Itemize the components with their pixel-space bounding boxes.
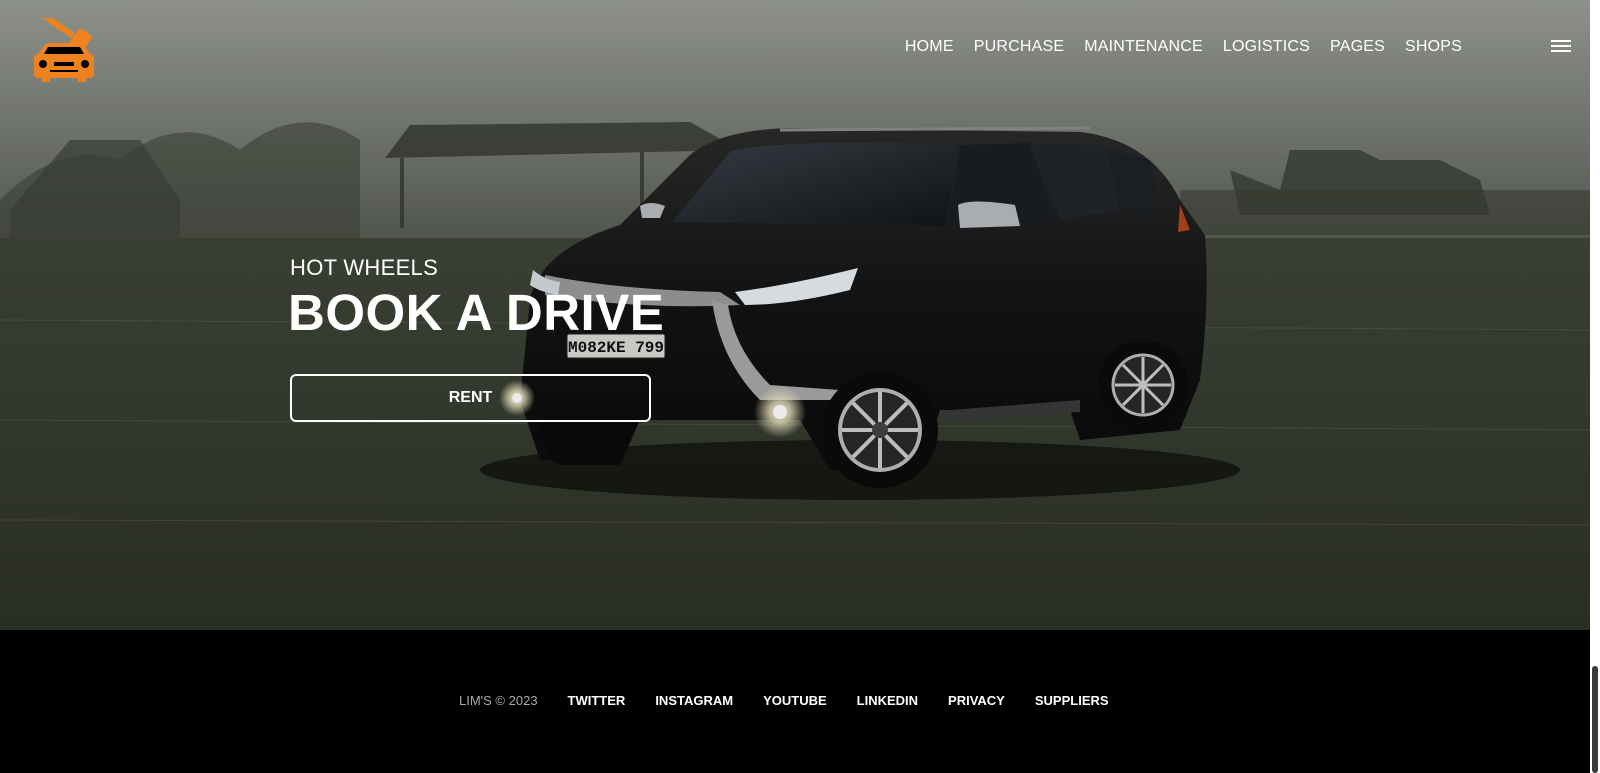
footer-link-instagram[interactable]: INSTAGRAM	[655, 693, 733, 708]
footer-link-linkedin[interactable]: LINKEDIN	[857, 693, 918, 708]
car-key-icon	[34, 14, 94, 82]
nav-item-maintenance[interactable]: MAINTENANCE	[1084, 38, 1203, 56]
page-scrollbar[interactable]	[1590, 0, 1600, 773]
footer-links: LIM'S © 2023 TWITTER INSTAGRAM YOUTUBE L…	[459, 693, 1109, 708]
footer: LIM'S © 2023 TWITTER INSTAGRAM YOUTUBE L…	[0, 630, 1600, 773]
rent-button[interactable]: RENT	[290, 374, 651, 422]
nav-item-shops[interactable]: SHOPS	[1405, 38, 1462, 56]
footer-link-suppliers[interactable]: SUPPLIERS	[1035, 693, 1109, 708]
nav-item-logistics[interactable]: LOGISTICS	[1223, 38, 1310, 56]
footer-link-twitter[interactable]: TWITTER	[568, 693, 626, 708]
brand-logo[interactable]	[30, 14, 98, 84]
scrollbar-thumb[interactable]	[1592, 666, 1598, 773]
hero-subtitle: HOT WHEELS	[290, 255, 439, 280]
nav-item-home[interactable]: HOME	[905, 38, 954, 56]
hero-title: BOOK A DRIVE	[288, 284, 665, 341]
page: M082KE 799 HOME PURCHASE MAINTENANCE LOG…	[0, 0, 1600, 773]
nav-item-purchase[interactable]: PURCHASE	[974, 38, 1065, 56]
hero-background-image: M082KE 799	[0, 0, 1600, 630]
nav-item-pages[interactable]: PAGES	[1330, 38, 1385, 56]
hero-section: M082KE 799 HOME PURCHASE MAINTENANCE LOG…	[0, 0, 1600, 630]
hamburger-icon[interactable]	[1551, 40, 1571, 55]
copyright-text: LIM'S © 2023	[459, 693, 538, 708]
footer-link-privacy[interactable]: PRIVACY	[948, 693, 1005, 708]
footer-link-youtube[interactable]: YOUTUBE	[763, 693, 827, 708]
main-nav: HOME PURCHASE MAINTENANCE LOGISTICS PAGE…	[905, 38, 1462, 56]
